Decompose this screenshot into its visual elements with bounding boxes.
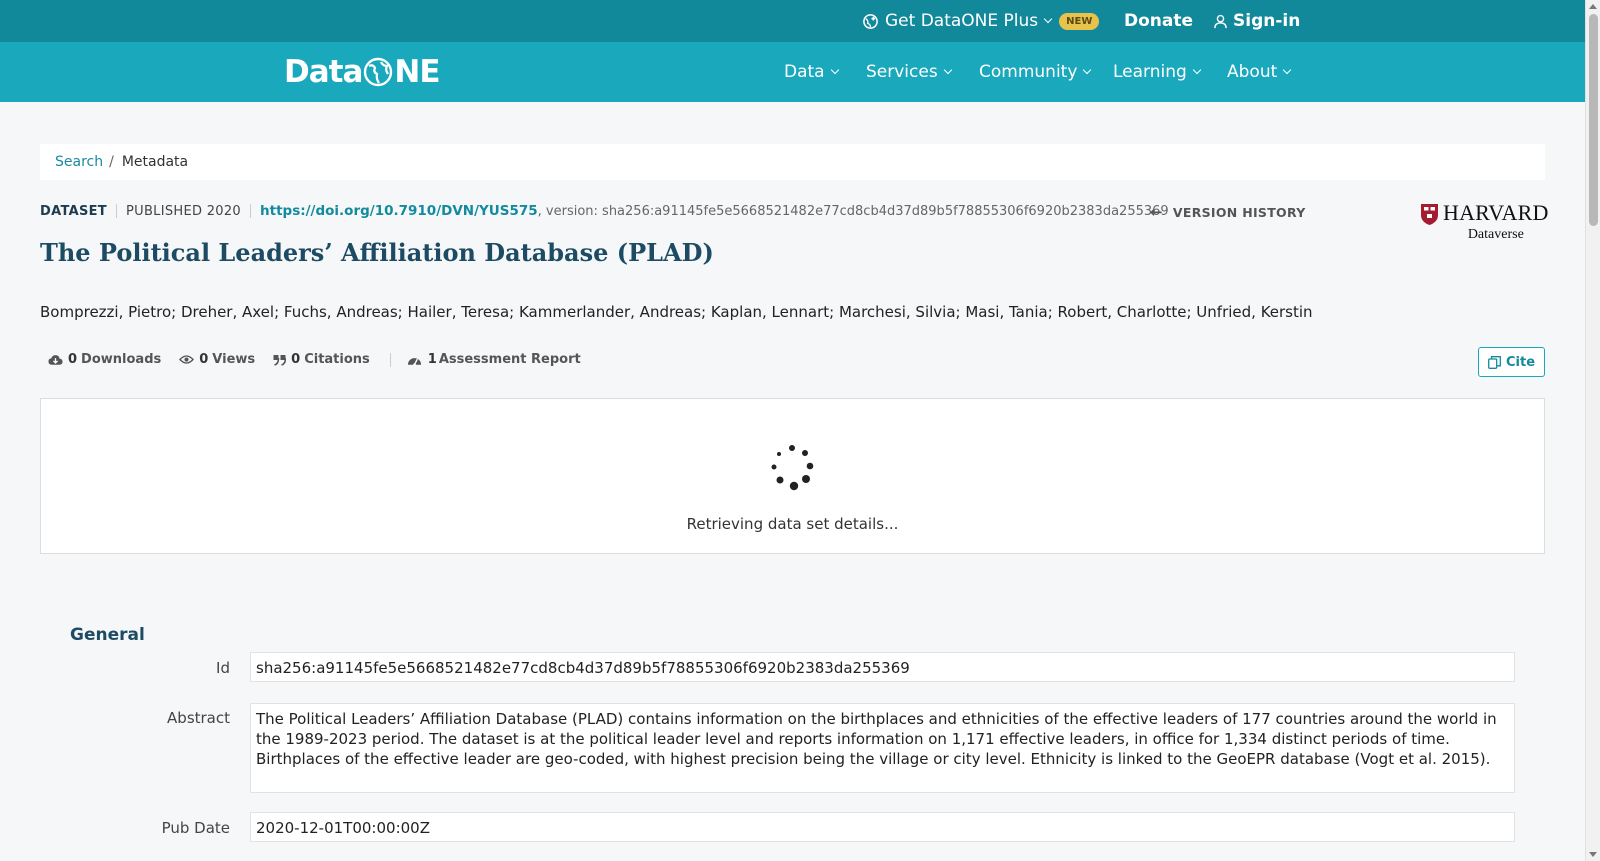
donate-link[interactable]: Donate: [1124, 0, 1193, 42]
globe-plus-icon: [863, 13, 878, 29]
chevron-down-icon: [1192, 65, 1202, 75]
page-scrollbar[interactable]: [1585, 0, 1600, 861]
repository-logo[interactable]: HARVARD Dataverse: [1420, 202, 1549, 243]
scroll-thumb[interactable]: [1589, 14, 1598, 226]
cite-label: Cite: [1505, 354, 1536, 370]
assessment-count: 1: [427, 352, 437, 367]
dataset-type-label: DATASET: [40, 203, 107, 219]
views-count: 0: [199, 352, 209, 367]
divider: [115, 204, 117, 218]
user-icon: [1214, 14, 1227, 28]
abstract-label: Abstract: [167, 709, 230, 727]
dataset-meta-line: DATASET PUBLISHED 2020 https://doi.org/1…: [40, 203, 1169, 219]
logo-text-left: Data: [284, 54, 363, 90]
scroll-up-icon[interactable]: [1589, 4, 1597, 9]
citations-count: 0: [291, 352, 301, 367]
get-dataone-plus-menu[interactable]: Get DataONE Plus NEW: [862, 0, 1100, 42]
breadcrumb: Search / Metadata: [40, 144, 1545, 180]
chevron-down-icon: [1083, 65, 1092, 75]
loading-spinner-icon: [771, 445, 814, 491]
harvard-shield-icon: [1421, 204, 1438, 225]
chevron-down-icon: [943, 65, 952, 75]
chevron-down-icon: [1283, 65, 1292, 75]
pubdate-value: 2020-12-01T00:00:00Z: [250, 812, 1515, 842]
arrow-left-icon: ←: [1150, 203, 1163, 221]
views-metric[interactable]: 0 Views: [179, 352, 255, 367]
nav-item-community[interactable]: Community: [979, 42, 1092, 102]
nav-item-services[interactable]: Services: [866, 42, 952, 102]
divider: [389, 352, 391, 367]
nav-item-label: About: [1227, 62, 1278, 82]
version-identifier: , version: sha256:a91145fe5e5668521482e7…: [537, 203, 1169, 219]
assessment-metric[interactable]: 1 Assessment Report: [407, 352, 581, 367]
cite-button[interactable]: Cite: [1478, 347, 1545, 377]
repository-name: HARVARD: [1443, 200, 1549, 225]
repository-sub: Dataverse: [1467, 227, 1524, 242]
chevron-down-icon: [1043, 14, 1053, 24]
new-badge: NEW: [1059, 12, 1100, 30]
dashboard-icon: [407, 357, 421, 366]
views-label: Views: [212, 352, 256, 367]
nav-item-learning[interactable]: Learning: [1113, 42, 1202, 102]
repository-text: HARVARD Dataverse: [1443, 202, 1549, 243]
main-navbar: Data NE Data Services Community Learning…: [0, 42, 1585, 102]
metrics-bar: 0 Downloads 0 Views 0 Citations 1 Assess…: [48, 352, 599, 367]
cloud-download-icon: [48, 354, 63, 365]
downloads-label: Downloads: [81, 352, 162, 367]
loading-message: Retrieving data set details...: [686, 515, 899, 533]
dataset-authors: Bomprezzi, Pietro; Dreher, Axel; Fuchs, …: [40, 303, 1313, 321]
citations-metric[interactable]: 0 Citations: [273, 352, 370, 367]
nav-item-data[interactable]: Data: [784, 42, 839, 102]
nav-item-about[interactable]: About: [1227, 42, 1292, 102]
version-history-link[interactable]: ← VERSION HISTORY: [1150, 203, 1306, 221]
globe-icon: [364, 57, 393, 87]
eye-icon: [179, 355, 195, 364]
dataset-title: The Political Leaders’ Affiliation Datab…: [40, 238, 714, 267]
breadcrumb-separator: /: [109, 154, 114, 170]
scroll-down-icon[interactable]: [1589, 852, 1597, 857]
copy-icon: [1488, 355, 1501, 369]
downloads-count: 0: [68, 352, 78, 367]
logo-text-right: NE: [394, 54, 440, 90]
id-label: Id: [216, 659, 230, 677]
nav-item-label: Community: [979, 62, 1078, 82]
version-history-label: VERSION HISTORY: [1172, 204, 1306, 220]
divider: [250, 204, 252, 218]
citations-label: Citations: [304, 352, 370, 367]
nav-item-label: Services: [866, 62, 938, 82]
sign-in-label: Sign-in: [1233, 11, 1301, 31]
section-title-general: General: [70, 625, 145, 645]
quote-icon: [273, 354, 287, 366]
breadcrumb-current: Metadata: [121, 154, 189, 170]
dataone-logo[interactable]: Data NE: [284, 54, 441, 90]
sign-in-link[interactable]: Sign-in: [1213, 0, 1300, 42]
nav-item-label: Data: [784, 62, 825, 82]
downloads-metric[interactable]: 0 Downloads: [48, 352, 161, 367]
get-dataone-plus-label: Get DataONE Plus: [885, 11, 1039, 31]
id-value: sha256:a91145fe5e5668521482e77cd8cb4d37d…: [250, 652, 1515, 682]
assessment-label: Assessment Report: [438, 352, 581, 367]
breadcrumb-search-link[interactable]: Search: [55, 154, 103, 170]
published-year: PUBLISHED 2020: [125, 203, 242, 219]
nav-item-label: Learning: [1113, 62, 1187, 82]
top-utility-bar: Get DataONE Plus NEW Donate Sign-in: [0, 0, 1585, 42]
doi-link[interactable]: https://doi.org/10.7910/DVN/YUS575: [260, 203, 538, 219]
chevron-down-icon: [830, 65, 839, 75]
abstract-value: The Political Leaders’ Affiliation Datab…: [250, 703, 1515, 793]
pubdate-label: Pub Date: [161, 819, 230, 837]
